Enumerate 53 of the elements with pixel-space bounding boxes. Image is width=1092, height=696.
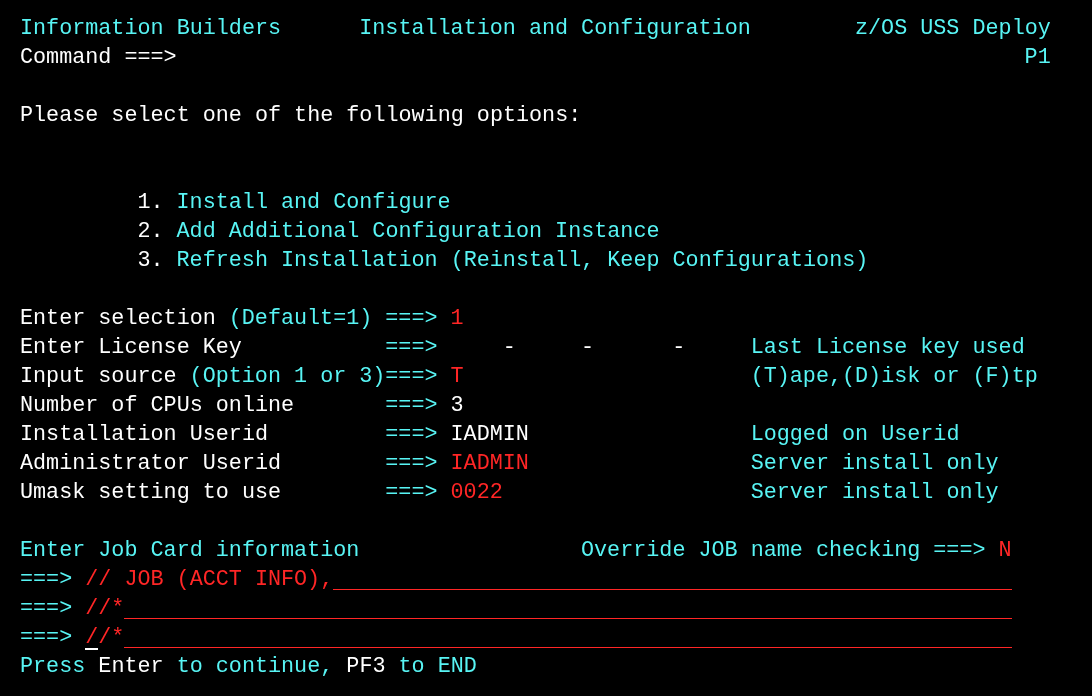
field-label: Enter License Key: [20, 334, 242, 362]
license-key-separator: -: [502, 334, 516, 362]
option-number: 2.: [137, 218, 164, 246]
panel-title: Installation and Configuration: [359, 15, 751, 43]
prompt-arrow: ===>: [20, 566, 73, 594]
license-key-separator: -: [581, 334, 595, 362]
input-field[interactable]: T: [450, 362, 464, 391]
option-label: Add Additional Configuration Instance: [176, 218, 660, 246]
license-key-separator: -: [672, 334, 686, 362]
input-field[interactable]: 1: [450, 304, 464, 333]
field-label: Override JOB name checking: [581, 537, 921, 565]
field-label: Input source: [20, 363, 177, 391]
prompt-arrow: ===>: [385, 479, 438, 507]
prompt-arrow: ===>: [20, 595, 73, 623]
input-field[interactable]: N: [998, 536, 1012, 565]
input-field[interactable]: //*: [85, 623, 1012, 652]
field-label: Installation Userid: [20, 421, 268, 449]
panel-id: P1: [1024, 44, 1051, 72]
status-message: Press Enter to continue, PF3 to END: [20, 653, 477, 681]
field-note: Last License key used: [750, 334, 1025, 362]
section-heading: Enter Job Card information: [20, 537, 360, 565]
option-label: Install and Configure: [176, 189, 451, 217]
field-hint: (Default=1): [228, 305, 373, 333]
field-label: Umask setting to use: [20, 479, 281, 507]
field-label: Administrator Userid: [20, 450, 281, 478]
field-note: Logged on Userid: [750, 421, 960, 449]
command-label: Command ===>: [20, 44, 177, 72]
prompt-arrow: ===>: [20, 624, 73, 652]
option-label: Refresh Installation (Reinstall, Keep Configurations): [176, 247, 869, 275]
instruction-text: Please select one of the following options:: [20, 102, 581, 130]
prompt-arrow: ===>: [385, 450, 438, 478]
field-value: 3: [450, 392, 464, 420]
input-field[interactable]: 0022: [450, 478, 503, 507]
prompt-arrow: ===>: [385, 305, 438, 333]
product-name: Information Builders: [20, 15, 281, 43]
field-note: Server install only: [750, 450, 999, 478]
environment-label: z/OS USS Deploy: [855, 15, 1051, 43]
input-field[interactable]: //*: [85, 594, 1012, 623]
prompt-arrow: ===>: [385, 392, 438, 420]
prompt-arrow: ===>: [385, 334, 438, 362]
input-field[interactable]: // JOB (ACCT INFO),: [85, 565, 1012, 594]
field-label: Enter selection: [20, 305, 216, 333]
field-note: (T)ape,(D)isk or (F)tp: [750, 363, 1038, 391]
prompt-arrow: ===>: [385, 421, 438, 449]
field-note: Server install only: [750, 479, 999, 507]
option-number: 1.: [137, 189, 164, 217]
prompt-arrow: ===>: [385, 363, 438, 391]
input-field[interactable]: IADMIN: [450, 449, 529, 478]
option-number: 3.: [137, 247, 164, 275]
prompt-arrow: ===>: [933, 537, 986, 565]
field-label: Number of CPUs online: [20, 392, 294, 420]
field-value: IADMIN: [450, 421, 529, 449]
field-hint: (Option 1 or 3): [189, 363, 386, 391]
